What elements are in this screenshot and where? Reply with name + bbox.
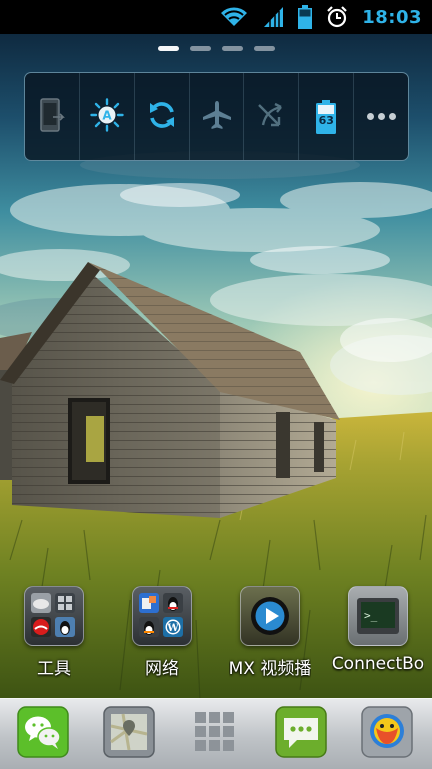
qq-app-icon: [55, 617, 75, 637]
shortcut-folder-network[interactable]: W 网络: [112, 586, 212, 686]
shortcut-label: 网络: [145, 659, 179, 679]
alarm-icon: [326, 6, 348, 28]
shortcut-label: ConnectBo: [331, 654, 425, 674]
dock: [0, 698, 432, 769]
shortcut-connectbot[interactable]: >_ ConnectBo: [328, 586, 428, 686]
dock-maps[interactable]: [102, 706, 156, 762]
dock-wechat[interactable]: [16, 706, 70, 762]
messaging-icon: [275, 706, 327, 762]
toggle-mobile-data[interactable]: [244, 73, 300, 160]
toggle-battery[interactable]: 63: [299, 73, 355, 160]
page-dot-1[interactable]: [157, 46, 179, 51]
dock-messaging[interactable]: [274, 706, 328, 762]
page-dot-4[interactable]: [253, 46, 275, 51]
qq-browser-icon: [361, 706, 413, 762]
page-dot-3[interactable]: [221, 46, 243, 51]
shortcut-label: 工具: [37, 659, 71, 679]
toggle-airplane-mode[interactable]: [190, 73, 245, 160]
battery-level-text: 63: [318, 113, 334, 127]
brightness-auto-icon: A: [90, 97, 124, 136]
wifi-icon: [220, 6, 248, 28]
shortcut-mx-player[interactable]: MX 视频播: [220, 586, 320, 686]
folder-network-icon: W: [132, 586, 192, 646]
shortcut-folder-tools[interactable]: 工具: [4, 586, 104, 686]
toggle-more[interactable]: [354, 73, 408, 160]
data-off-icon: [255, 99, 287, 135]
dock-app-drawer[interactable]: [188, 707, 242, 761]
redhat-app-icon: [31, 617, 51, 637]
signal-icon: [262, 6, 284, 28]
maps-icon: [103, 706, 155, 762]
mx-player-icon: [240, 586, 300, 646]
wordpress-icon: W: [163, 617, 183, 637]
weather-app-icon: [31, 593, 51, 613]
phone-screen-icon: [37, 97, 67, 137]
rss-app-icon: [139, 593, 159, 613]
app-drawer-icon: [193, 710, 237, 758]
toggle-auto-brightness[interactable]: A: [80, 73, 135, 160]
toggle-screen-timeout[interactable]: [25, 73, 80, 160]
shortcut-label: MX 视频播: [228, 659, 312, 679]
wechat-icon: [17, 706, 69, 762]
grid-app-icon: [55, 593, 75, 613]
battery-icon: 63: [316, 99, 337, 134]
toggle-auto-sync[interactable]: [135, 73, 190, 160]
svg-text:A: A: [102, 108, 112, 122]
page-dot-2[interactable]: [189, 46, 211, 51]
qq-chat-icon: [139, 617, 159, 637]
status-bar: 18:03: [0, 0, 432, 34]
svg-text:W: W: [166, 623, 179, 634]
qq-penguin-icon: [163, 593, 183, 613]
svg-text:>_: >_: [364, 609, 378, 622]
dock-qq-browser[interactable]: [360, 706, 414, 762]
more-dots-icon: [366, 113, 396, 120]
airplane-icon: [201, 99, 233, 135]
folder-tools-icon: [24, 586, 84, 646]
terminal-icon: >_: [348, 586, 408, 646]
status-clock: 18:03: [362, 6, 422, 28]
page-indicator[interactable]: [0, 46, 432, 51]
quick-toggles-widget: A 63: [24, 72, 409, 161]
battery-icon: [298, 5, 313, 29]
sync-icon: [146, 99, 178, 135]
